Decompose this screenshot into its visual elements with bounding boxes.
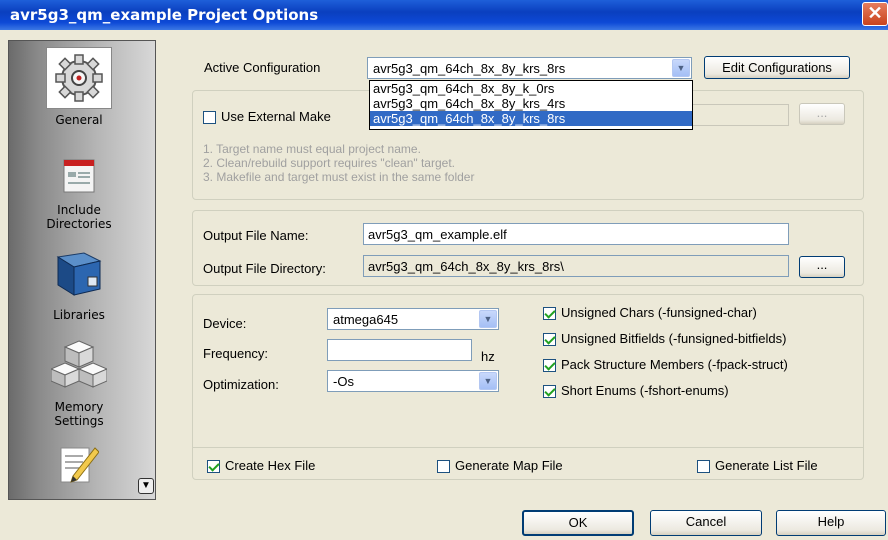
title-bar: avr5g3_qm_example Project Options <box>0 0 888 30</box>
generate-list-file-label: Generate List File <box>715 458 818 473</box>
options-panel: Active Configuration avr5g3_qm_64ch_8x_8… <box>180 40 880 500</box>
checkbox-box[interactable] <box>697 460 710 474</box>
gear-icon <box>46 47 112 109</box>
sidebar-item-libraries[interactable]: Libraries <box>9 246 149 322</box>
output-files-row: Create Hex File Generate Map File Genera… <box>193 447 863 479</box>
optimization-label: Optimization: <box>203 377 279 392</box>
chevron-down-icon: ▼ <box>141 480 151 491</box>
create-hex-file-checkbox[interactable]: Create Hex File <box>207 458 316 474</box>
pack-structure-members-label: Pack Structure Members (-fpack-struct) <box>561 357 788 372</box>
unsigned-chars-label: Unsigned Chars (-funsigned-char) <box>561 305 757 320</box>
chevron-down-icon[interactable]: ▼ <box>479 372 497 390</box>
ok-button[interactable]: OK <box>522 510 634 536</box>
edit-notepad-icon <box>46 439 112 489</box>
makefile-note-1: 1. Target name must equal project name. <box>203 142 421 156</box>
close-button[interactable]: ✕ <box>862 2 888 26</box>
optimization-select[interactable]: -Os ▼ <box>327 370 499 392</box>
sidebar-item-general[interactable]: General <box>9 47 149 127</box>
output-file-directory-field[interactable]: avr5g3_qm_64ch_8x_8y_krs_8rs\ <box>363 255 789 277</box>
memory-blocks-icon <box>46 336 112 392</box>
use-external-makefile-label: Use External Make <box>221 109 331 124</box>
sidebar: General Include Directories Libraries Me… <box>8 40 156 500</box>
configuration-dropdown-list[interactable]: avr5g3_qm_64ch_8x_8y_k_0rs avr5g3_qm_64c… <box>369 80 693 130</box>
checkbox-box[interactable] <box>543 333 556 347</box>
output-file-directory-label: Output File Directory: <box>203 261 326 276</box>
unsigned-bitfields-checkbox[interactable]: Unsigned Bitfields (-funsigned-bitfields… <box>543 331 787 347</box>
short-enums-checkbox[interactable]: Short Enums (-fshort-enums) <box>543 383 729 399</box>
edit-configurations-button[interactable]: Edit Configurations <box>704 56 850 79</box>
output-file-name-input[interactable]: avr5g3_qm_example.elf <box>363 223 789 245</box>
makefile-note-3: 3. Makefile and target must exist in the… <box>203 170 475 184</box>
use-external-makefile-checkbox[interactable]: Use External Make <box>203 109 331 125</box>
window-title: avr5g3_qm_example Project Options <box>10 6 319 24</box>
sidebar-item-include-directories[interactable]: Include Directories <box>9 151 149 231</box>
list-item-selected[interactable]: avr5g3_qm_64ch_8x_8y_krs_8rs <box>370 111 692 126</box>
dialog-button-bar: OK Cancel Help <box>0 500 888 540</box>
frequency-label: Frequency: <box>203 346 269 361</box>
generate-map-file-checkbox[interactable]: Generate Map File <box>437 458 563 474</box>
generate-list-file-checkbox[interactable]: Generate List File <box>697 458 818 474</box>
active-configuration-label: Active Configuration <box>204 60 321 75</box>
frequency-unit: hz <box>481 349 495 364</box>
device-value: atmega645 <box>333 312 399 327</box>
unsigned-bitfields-label: Unsigned Bitfields (-funsigned-bitfields… <box>561 331 787 346</box>
checkbox-box[interactable] <box>543 307 556 321</box>
library-book-icon <box>46 246 112 302</box>
output-file-group: Output File Name: avr5g3_qm_example.elf … <box>192 210 864 286</box>
optimization-value: -Os <box>333 374 354 389</box>
output-directory-browse-button[interactable]: ... <box>799 256 845 278</box>
unsigned-chars-checkbox[interactable]: Unsigned Chars (-funsigned-char) <box>543 305 757 321</box>
close-icon: ✕ <box>867 3 883 23</box>
generate-map-file-label: Generate Map File <box>455 458 563 473</box>
chevron-down-icon[interactable]: ▼ <box>479 310 497 328</box>
checkbox-box[interactable] <box>203 111 216 125</box>
device-options-group: Device: atmega645 ▼ Frequency: hz Optimi… <box>192 294 864 480</box>
sidebar-item-memory-settings[interactable]: Memory Settings <box>9 336 149 428</box>
sidebar-item-label: General <box>55 113 103 127</box>
checkbox-box[interactable] <box>437 460 450 474</box>
short-enums-label: Short Enums (-fshort-enums) <box>561 383 729 398</box>
sidebar-item-label: Memory Settings <box>54 400 104 428</box>
help-button[interactable]: Help <box>776 510 886 536</box>
active-configuration-select[interactable]: avr5g3_qm_64ch_8x_8y_krs_8rs ▼ <box>367 57 692 79</box>
list-item[interactable]: avr5g3_qm_64ch_8x_8y_krs_4rs <box>370 96 692 111</box>
output-file-name-label: Output File Name: <box>203 228 309 243</box>
sidebar-item-label: Libraries <box>53 308 105 322</box>
sidebar-item-label: Include Directories <box>46 203 112 231</box>
frequency-input[interactable] <box>327 339 472 361</box>
checkbox-box[interactable] <box>543 385 556 399</box>
pack-structure-members-checkbox[interactable]: Pack Structure Members (-fpack-struct) <box>543 357 788 373</box>
folder-list-icon <box>46 151 112 201</box>
device-label: Device: <box>203 316 247 331</box>
sidebar-item-custom-options[interactable] <box>9 439 149 489</box>
sidebar-scroll-down-button[interactable]: ▼ <box>138 478 154 494</box>
makefile-browse-button: ... <box>799 103 845 125</box>
checkbox-box[interactable] <box>543 359 556 373</box>
chevron-down-icon[interactable]: ▼ <box>672 59 690 77</box>
cancel-button[interactable]: Cancel <box>650 510 762 536</box>
active-configuration-value: avr5g3_qm_64ch_8x_8y_krs_8rs <box>373 61 566 76</box>
create-hex-file-label: Create Hex File <box>225 458 316 473</box>
list-item[interactable]: avr5g3_qm_64ch_8x_8y_k_0rs <box>370 81 692 96</box>
checkbox-box[interactable] <box>207 460 220 474</box>
makefile-note-2: 2. Clean/rebuild support requires "clean… <box>203 156 455 170</box>
device-select[interactable]: atmega645 ▼ <box>327 308 499 330</box>
